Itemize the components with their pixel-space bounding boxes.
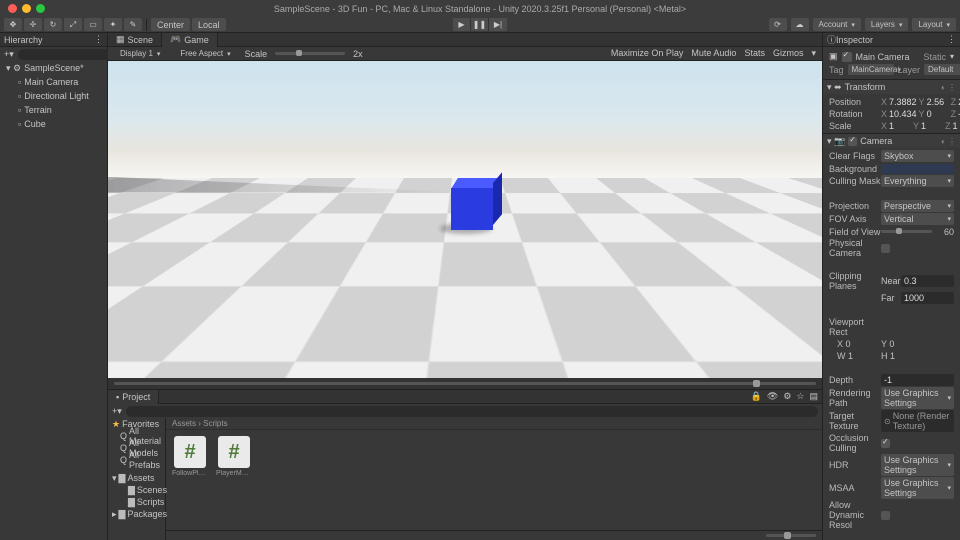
scale-value: 2x [353, 49, 363, 59]
pos-x[interactable]: 7.3882 [889, 97, 917, 107]
physical-camera-toggle[interactable] [881, 244, 890, 253]
game-toolbar: Display 1 Free Aspect Scale 2x Maximize … [108, 47, 822, 61]
hierarchy-tab[interactable]: Hierarchy⋮ [0, 33, 107, 47]
hdr-dropdown[interactable]: Use Graphics Settings [881, 454, 954, 476]
scene-row[interactable]: ▾ ⚙ SampleScene* [0, 61, 107, 75]
titlebar: SampleScene - 3D Fun - PC, Mac & Linux S… [0, 0, 960, 17]
fav-item[interactable]: Q All Prefabs [108, 454, 165, 466]
window-title: SampleScene - 3D Fun - PC, Mac & Linux S… [274, 4, 686, 14]
pos-y[interactable]: 2.56 [927, 97, 949, 107]
fov-slider[interactable] [881, 230, 932, 233]
transform-tool[interactable]: ✦ [104, 18, 122, 31]
fovaxis-dropdown[interactable]: Vertical [881, 213, 954, 225]
center-tabs: ▦ Scene 🎮 Game [108, 33, 822, 47]
dynres-toggle[interactable] [881, 511, 890, 520]
maximize-icon[interactable] [36, 4, 45, 13]
rotate-tool[interactable]: ↻ [44, 18, 62, 31]
gizmos-toggle[interactable]: Gizmos [773, 48, 804, 59]
create-icon[interactable]: +▾ [4, 49, 14, 60]
projection-dropdown[interactable]: Perspective [881, 200, 954, 212]
clip-near[interactable]: 0.3 [901, 275, 954, 287]
rect-tool[interactable]: ▭ [84, 18, 102, 31]
scale-tool[interactable]: ⤢ [64, 18, 82, 31]
hierarchy-item[interactable]: ▫ Terrain [0, 103, 107, 117]
hand-tool[interactable]: ✥ [4, 18, 22, 31]
transform-component: ▾ ⬌ Transform◐ ⋮ PositionX7.3882Y2.56Z2.… [823, 80, 960, 134]
pivot-center-toggle[interactable]: Center [151, 18, 190, 31]
project-icon[interactable]: 🔒 [751, 391, 762, 402]
project-create-icon[interactable]: +▾ [112, 406, 122, 417]
play-button[interactable]: ▶ [453, 18, 471, 31]
move-tool[interactable]: ✢ [24, 18, 42, 31]
thumbnail-size-slider[interactable] [766, 534, 816, 537]
project-panel: ▪ Project 🔒 👁 ⚙ ☆ ▤ +▾ ★Favorites Q All Mater… [108, 389, 822, 540]
game-viewport[interactable] [108, 61, 822, 378]
layer-dropdown[interactable]: Default [924, 64, 960, 75]
window-controls [0, 4, 45, 13]
viewport-scrollbar[interactable] [108, 378, 822, 389]
breadcrumb[interactable]: Assets › Scripts [166, 418, 822, 430]
hierarchy-item[interactable]: ▫ Directional Light [0, 89, 107, 103]
pause-button[interactable]: ❚❚ [471, 18, 489, 31]
tag-dropdown[interactable]: MainCamera [848, 64, 894, 75]
camera-component: ▾ 📷 Camera◐ ⋮ Clear FlagsSkybox Backgrou… [823, 134, 960, 540]
gameobject-icon: ▣ [829, 51, 838, 62]
collab-icon[interactable]: ⟳ [769, 18, 787, 31]
target-texture-field[interactable]: None (Render Texture) [881, 410, 954, 432]
depth-field[interactable]: -1 [881, 374, 954, 386]
layers-dropdown[interactable]: Layers [865, 18, 909, 31]
script-asset[interactable]: #FollowPlay… [172, 436, 208, 524]
msaa-dropdown[interactable]: Use Graphics Settings [881, 477, 954, 499]
object-name[interactable]: Main Camera [856, 52, 920, 62]
cube-object [451, 188, 493, 230]
mute-audio[interactable]: Mute Audio [691, 48, 736, 59]
hierarchy-item[interactable]: ▫ Cube [0, 117, 107, 131]
rendering-path-dropdown[interactable]: Use Graphics Settings [881, 387, 954, 409]
culling-dropdown[interactable]: Everything [881, 175, 954, 187]
display-dropdown[interactable]: Display 1 [114, 47, 166, 60]
cloud-icon[interactable]: ☁ [791, 18, 809, 31]
scale-label: Scale [245, 49, 268, 59]
script-asset[interactable]: #PlayerMov… [216, 436, 252, 524]
folder-item[interactable]: ▇ Scripts [108, 496, 165, 508]
main-toolbar: ✥ ✢ ↻ ⤢ ▭ ✦ ✎ Center Local ▶ ❚❚ ▶| ⟳ ☁ A… [0, 17, 960, 33]
assets-folder[interactable]: ▾ ▇ Assets [108, 472, 165, 484]
layout-dropdown[interactable]: Layout [912, 18, 956, 31]
inspector-panel: ⓘ Inspector⋮ ▣Main CameraStatic▾ TagMain… [822, 33, 960, 540]
active-toggle[interactable] [842, 52, 852, 62]
hierarchy-item[interactable]: ▫ Main Camera [0, 75, 107, 89]
step-button[interactable]: ▶| [489, 18, 507, 31]
custom-tool[interactable]: ✎ [124, 18, 142, 31]
minimize-icon[interactable] [22, 4, 31, 13]
project-icon[interactable]: ▤ [809, 391, 818, 402]
project-icon[interactable]: ☆ [796, 391, 804, 402]
scale-slider[interactable] [296, 50, 302, 56]
occlusion-toggle[interactable] [881, 439, 890, 448]
account-dropdown[interactable]: Account [813, 18, 861, 31]
scene-tab[interactable]: ▦ Scene [108, 33, 162, 47]
project-icon[interactable]: 👁 [767, 391, 778, 402]
background-color[interactable] [881, 164, 954, 174]
clip-far[interactable]: 1000 [901, 292, 954, 304]
project-icon[interactable]: ⚙ [783, 391, 791, 402]
maximize-on-play[interactable]: Maximize On Play [611, 48, 684, 59]
playback-controls: ▶ ❚❚ ▶| [453, 18, 507, 31]
pivot-local-toggle[interactable]: Local [192, 18, 226, 31]
project-tab[interactable]: ▪ Project [108, 390, 159, 404]
close-icon[interactable] [8, 4, 17, 13]
project-search[interactable] [126, 406, 818, 417]
aspect-dropdown[interactable]: Free Aspect [174, 47, 236, 60]
hierarchy-panel: Hierarchy⋮ +▾ ▾ ⚙ SampleScene* ▫ Main Ca… [0, 33, 108, 540]
clear-flags-dropdown[interactable]: Skybox [881, 150, 954, 162]
game-tab[interactable]: 🎮 Game [162, 33, 218, 47]
project-tree[interactable]: ★Favorites Q All Material Q All Models Q… [108, 418, 166, 540]
folder-item[interactable]: ▇ Scenes [108, 484, 165, 496]
stats-toggle[interactable]: Stats [744, 48, 765, 59]
inspector-tab[interactable]: ⓘ Inspector⋮ [823, 33, 960, 47]
packages-folder[interactable]: ▸ ▇ Packages [108, 508, 165, 520]
